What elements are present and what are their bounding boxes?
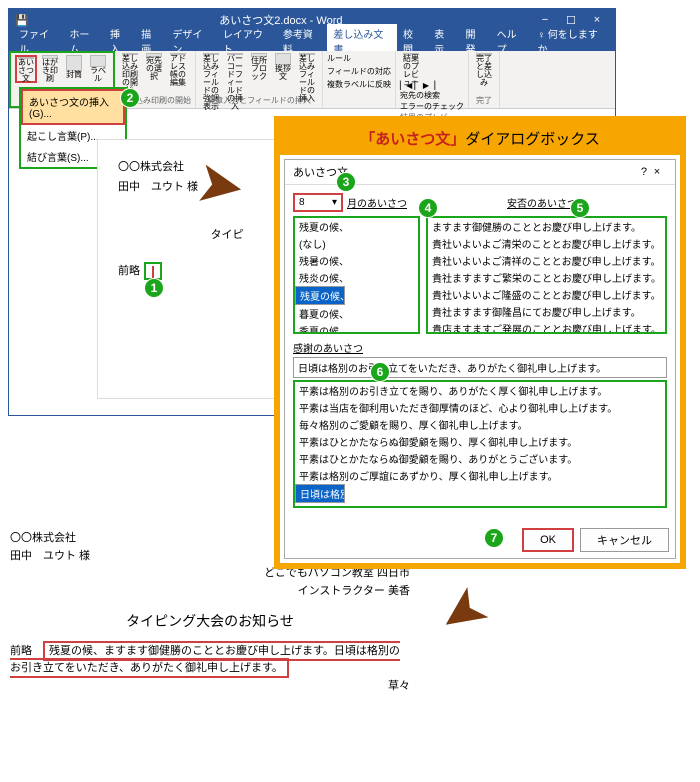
chevron-down-icon: ▾ [332,197,337,208]
thanks-selected-text: 日頃は格別のお引き立てをいただき、ありがたく御礼申し上げます。 [293,357,667,378]
envelope-button[interactable]: 封筒 [63,55,85,83]
find-recipient-button[interactable]: 宛先の検索 [400,90,464,101]
update-labels-button[interactable]: 複数ラベルに反映 [327,79,391,90]
result-closing: 草々 [10,678,410,696]
postcard-button[interactable]: はがき印刷 [39,55,61,83]
list-item[interactable]: 暮夏の候、 [295,305,418,322]
preview-button[interactable]: 結果のプレビュー [400,53,422,81]
check-errors-button[interactable]: エラーのチェック [400,101,464,112]
menu-bar: ファイル ホーム 挿入 描画 デザイン レイアウト 参考資料 差し込み文書 校閲… [9,31,615,51]
list-item[interactable]: (なし) [295,235,418,252]
month-select[interactable]: 8▾ [293,193,343,212]
list-item[interactable]: 日頃は格別のお引き立てをいただき、ありがたく御礼申し上げます。 [295,484,345,503]
group-fields-label: 文章入力とフィールドの挿入 [200,95,318,106]
list-item[interactable]: 平素は当店を御利用いただき御厚情のほど、心より御礼申し上げます。 [295,399,665,416]
badge-1: 1 [144,278,164,298]
address-block-button[interactable]: 住所ブロック [248,53,270,81]
nav-buttons[interactable]: ▏◀ ▏ ▶▕ [400,81,464,90]
result-instructor: インストラクター 美香 [10,583,410,601]
arrow-down-icon: ➤ [425,572,504,656]
list-item[interactable]: 貴社いよいよご清祥のこととお慶び申し上げます。 [428,252,665,269]
list-item[interactable]: ますます御健勝のこととお慶び申し上げます。 [428,218,665,235]
badge-4: 4 [418,198,438,218]
list-item[interactable]: 貴社ますます御隆昌にてお慶び申し上げます。 [428,303,665,320]
list-item[interactable]: 貴店ますますご発展のこととお慶び申し上げます。 [428,320,665,334]
list-item[interactable]: 残炎の候、 [295,269,418,286]
start-merge-button[interactable]: 差し込み印刷の開始 [119,53,141,81]
month-listbox[interactable]: 残夏の候、(なし)残暑の候、残炎の候、残夏の候、暮夏の候、季夏の候、新涼の候、秋… [293,216,420,334]
cancel-button[interactable]: キャンセル [580,528,669,552]
insert-field-button[interactable]: 差し込みフィールドの挿入 [296,53,318,81]
list-item[interactable]: 平素は格別のご厚誼にあずかり、厚く御礼申し上げます。 [295,467,665,484]
dialog-banner: 「あいさつ文」ダイアログボックス [280,122,680,155]
result-title: タイピング大会のお知らせ [10,610,410,632]
thanks-greeting-label: 感謝のあいさつ [293,344,363,355]
list-item[interactable]: 残夏の候、 [295,218,418,235]
list-item[interactable]: 残暑の候、 [295,252,418,269]
highlight-fields-button[interactable]: 差し込みフィールドの強調表示 [200,53,222,81]
list-item[interactable]: 平素はひとかたならぬ御愛顧を賜り、ありがとうございます。 [295,450,665,467]
list-item[interactable]: 貴社いよいよご隆盛のこととお慶び申し上げます。 [428,286,665,303]
list-item[interactable]: 平素は格別のお引き立てを賜り、ありがたく厚く御礼申し上げます。 [295,382,665,399]
result-body-line: 前略 残夏の候、ますます御健勝のこととお慶び申し上げます。日頃は格別のお引き立て… [10,643,410,678]
thanks-listbox[interactable]: 平素は格別のお引き立てを賜り、ありがたく厚く御礼申し上げます。平素は当店を御利用… [293,380,667,508]
greeting-button[interactable]: あいさつ文 [15,55,37,83]
safety-listbox[interactable]: ますます御健勝のこととお慶び申し上げます。貴社いよいよご清栄のこととお慶び申し上… [426,216,667,334]
ok-button[interactable]: OK [522,528,574,552]
badge-7: 7 [484,528,504,548]
dialog-close-button[interactable]: × [647,166,667,178]
list-item[interactable]: 平素はひとかたならぬ御愛顧を賜り、厚く御礼申し上げます。 [295,433,665,450]
list-item[interactable]: 毎度格別のお引き立てを賜り、厚く御礼申し上げます。 [295,503,665,508]
badge-6: 6 [370,362,390,382]
list-item[interactable]: 季夏の候、 [295,322,418,334]
list-item[interactable]: 残夏の候、 [295,286,345,305]
label-button[interactable]: ラベル [87,55,109,83]
greeting-dialog: あいさつ文 ? × 8▾ 月のあいさつ 安否のあいさつ 残夏の候、(なし)残暑の… [284,159,676,559]
greeting-line-button[interactable]: 挨拶文 [272,53,294,81]
list-item[interactable]: 貴社いよいよご清栄のこととお慶び申し上げます。 [428,235,665,252]
insert-greeting-item[interactable]: あいさつ文の挿入(G)... [21,89,125,125]
badge-2: 2 [120,88,140,108]
edit-list-button[interactable]: アドレス帳の編集 [167,53,189,81]
match-fields-button[interactable]: フィールドの対応 [327,66,391,77]
safety-greeting-label: 安否のあいさつ [507,195,577,210]
month-greeting-label: 月のあいさつ [347,195,407,210]
badge-3: 3 [336,172,356,192]
list-item[interactable]: 毎々格別のご愛顧を賜り、厚く御礼申し上げます。 [295,416,665,433]
rules-button[interactable]: ルール [327,53,351,64]
badge-5: 5 [570,198,590,218]
finish-button[interactable]: 完了と差し込み [473,53,495,81]
group-finish-label: 完了 [473,95,495,106]
barcode-button[interactable]: バーコードフィールドの挿入 [224,53,246,81]
list-item[interactable]: 貴社ますますご繁栄のこととお慶び申し上げます。 [428,269,665,286]
inserted-greeting-highlight: 残夏の候、ますます御健勝のこととお慶び申し上げます。日頃は格別のお引き立てをいた… [10,641,400,679]
select-recipients-button[interactable]: 宛先の選択 [143,53,165,81]
